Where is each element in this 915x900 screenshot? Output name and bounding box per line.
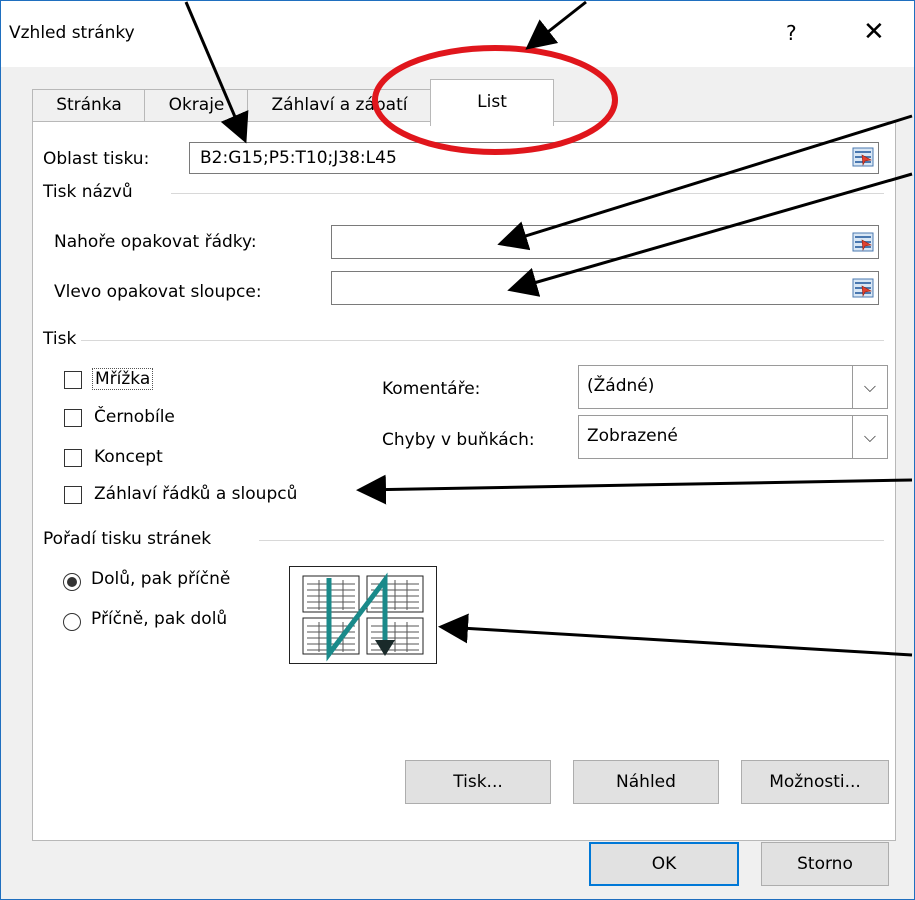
annotation-arrow: [525, 0, 587, 50]
annotation-overlay: [184, 0, 913, 657]
annotation-arrow: [356, 474, 913, 505]
tab-label: List: [477, 92, 507, 112]
annotation-arrow: [438, 613, 913, 657]
annotation-arrow: [497, 114, 913, 251]
tab-list[interactable]: List: [430, 79, 554, 126]
annotation-arrow: [507, 172, 913, 297]
annotation-arrow: [184, 1, 249, 144]
